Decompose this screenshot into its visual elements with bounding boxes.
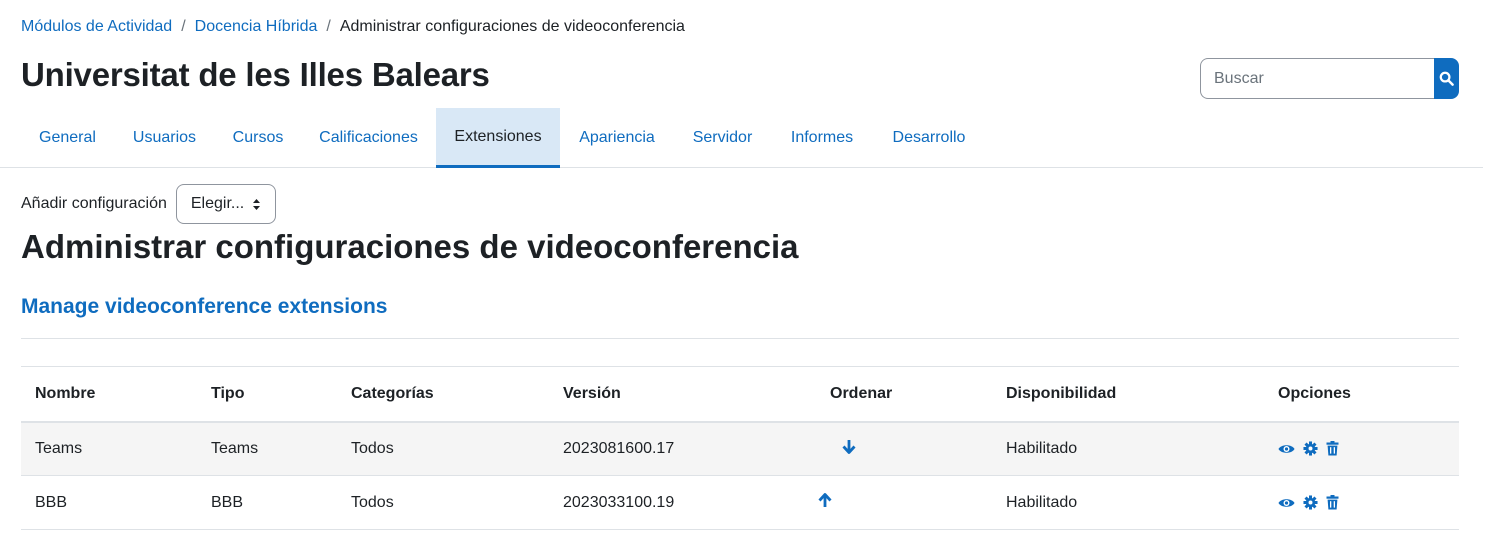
cell-order xyxy=(816,475,992,530)
breadcrumb: Módulos de Actividad / Docencia Híbrida … xyxy=(21,18,685,36)
gear-icon xyxy=(1303,495,1318,510)
section-heading: Administrar configuraciones de videoconf… xyxy=(21,228,799,265)
settings-button[interactable] xyxy=(1303,441,1318,456)
delete-button[interactable] xyxy=(1326,441,1339,456)
tab-servidor[interactable]: Servidor xyxy=(674,108,771,168)
tab-apariencia[interactable]: Apariencia xyxy=(560,108,674,168)
admin-tabs: General Usuarios Cursos Calificaciones E… xyxy=(0,108,1483,168)
table-row: BBB BBB Todos 2023033100.19 Habilitado xyxy=(21,475,1459,530)
settings-button[interactable] xyxy=(1303,495,1318,510)
add-config-label: Añadir configuración xyxy=(21,195,167,212)
delete-button[interactable] xyxy=(1326,495,1339,510)
tab-cursos[interactable]: Cursos xyxy=(215,108,301,168)
eye-icon xyxy=(1278,498,1295,507)
page-title: Universitat de les Illes Balears xyxy=(21,56,490,93)
col-ordenar: Ordenar xyxy=(816,366,992,423)
cell-version: 2023033100.19 xyxy=(549,475,816,530)
cell-order xyxy=(816,421,992,476)
table-header-row: Nombre Tipo Categorías Versión Ordenar D… xyxy=(21,366,1459,423)
breadcrumb-separator: / xyxy=(326,18,331,35)
select-value: Elegir... xyxy=(190,195,245,212)
cell-categories: Todos xyxy=(337,421,549,476)
col-disponibilidad: Disponibilidad xyxy=(992,366,1264,423)
move-down-button[interactable] xyxy=(842,439,856,454)
move-up-button[interactable] xyxy=(818,492,832,508)
select-caret-icon xyxy=(252,198,260,210)
cell-version: 2023081600.17 xyxy=(549,421,816,476)
breadcrumb-item-modulos[interactable]: Módulos de Actividad xyxy=(21,18,172,36)
search-input[interactable] xyxy=(1200,58,1434,99)
add-config-row: Añadir configuración Elegir... xyxy=(21,184,276,224)
eye-icon xyxy=(1278,445,1295,453)
gear-icon xyxy=(1303,441,1318,456)
divider xyxy=(21,338,1459,339)
arrow-down-icon xyxy=(842,439,856,454)
breadcrumb-separator: / xyxy=(181,18,186,35)
breadcrumb-current: Administrar configuraciones de videoconf… xyxy=(339,18,685,35)
tab-general[interactable]: General xyxy=(21,108,114,168)
tab-desarrollo[interactable]: Desarrollo xyxy=(873,108,985,168)
cell-categories: Todos xyxy=(337,475,549,530)
cell-type: BBB xyxy=(197,475,337,530)
cell-type: Teams xyxy=(197,421,337,476)
search-icon xyxy=(1439,71,1454,86)
cell-availability: Habilitado xyxy=(992,475,1264,530)
tab-usuarios[interactable]: Usuarios xyxy=(114,108,215,168)
tab-calificaciones[interactable]: Calificaciones xyxy=(301,108,436,168)
tab-informes[interactable]: Informes xyxy=(771,108,873,168)
col-version: Versión xyxy=(549,366,816,423)
cell-availability: Habilitado xyxy=(992,421,1264,476)
tab-extensiones[interactable]: Extensiones xyxy=(436,108,560,168)
col-categorias: Categorías xyxy=(337,366,549,423)
col-opciones: Opciones xyxy=(1264,366,1459,423)
search-button[interactable] xyxy=(1434,58,1459,99)
search-box xyxy=(1200,58,1459,99)
arrow-up-icon xyxy=(818,492,832,507)
breadcrumb-item-docencia[interactable]: Docencia Híbrida xyxy=(195,18,318,36)
cell-name: Teams xyxy=(21,421,197,476)
trash-icon xyxy=(1326,495,1339,510)
add-config-select[interactable]: Elegir... xyxy=(175,184,276,224)
view-button[interactable] xyxy=(1278,443,1295,455)
cell-options xyxy=(1264,475,1459,530)
table-row: Teams Teams Todos 2023081600.17 Habilita… xyxy=(21,421,1459,476)
subsection-heading: Manage videoconference extensions xyxy=(21,295,388,318)
trash-icon xyxy=(1326,441,1339,456)
cell-options xyxy=(1264,421,1459,476)
view-button[interactable] xyxy=(1278,497,1295,509)
extensions-table: Nombre Tipo Categorías Versión Ordenar D… xyxy=(21,366,1459,530)
cell-name: BBB xyxy=(21,475,197,530)
col-nombre: Nombre xyxy=(21,366,197,423)
col-tipo: Tipo xyxy=(197,366,337,423)
